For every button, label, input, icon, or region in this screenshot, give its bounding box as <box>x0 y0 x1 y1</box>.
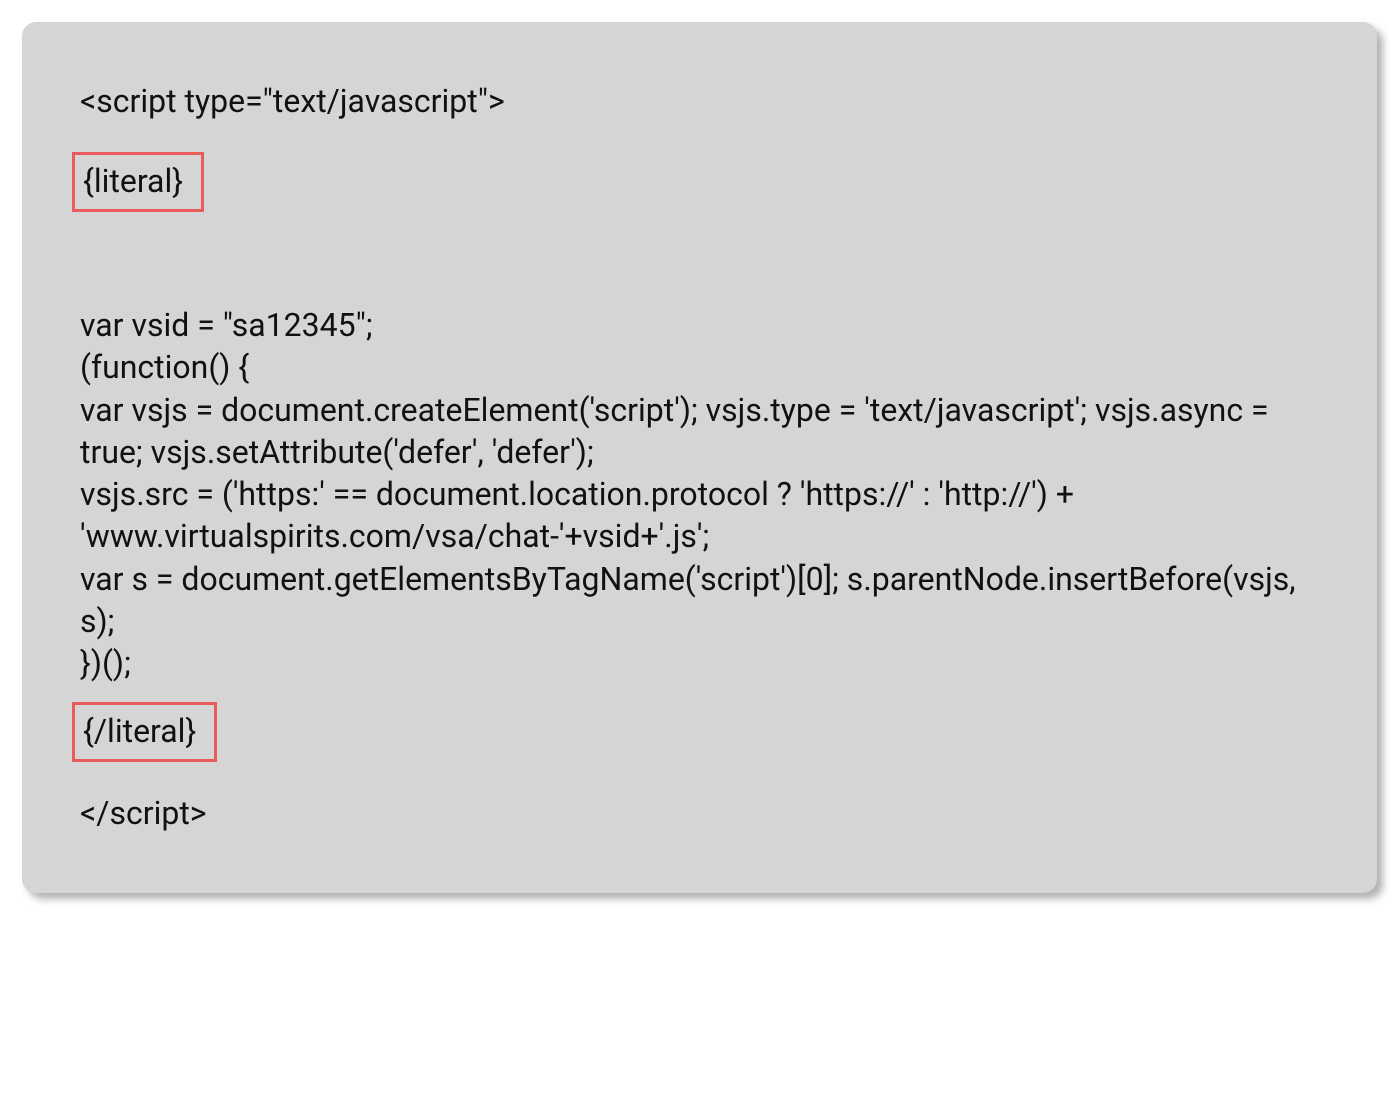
highlight-literal-open: {literal} <box>72 152 204 212</box>
highlight-literal-close: {/literal} <box>72 702 217 762</box>
code-snippet-panel: <script type="text/javascript"> {literal… <box>22 22 1377 893</box>
code-line-body-3: var vsjs = document.createElement('scrip… <box>80 389 1319 473</box>
code-line-script-open: <script type="text/javascript"> <box>80 80 1319 122</box>
code-line-body-2: (function() { <box>80 346 1319 388</box>
code-line-literal-close: {/literal} <box>83 712 196 750</box>
code-line-body-5: var s = document.getElementsByTagName('s… <box>80 558 1319 642</box>
code-line-literal-open: {literal} <box>83 162 183 200</box>
code-line-body-6: })(); <box>80 642 1319 684</box>
code-line-script-close: </script> <box>80 792 1319 834</box>
code-line-body-1: var vsid = "sa12345"; <box>80 304 1319 346</box>
code-line-body-4: vsjs.src = ('https:' == document.locatio… <box>80 473 1319 557</box>
